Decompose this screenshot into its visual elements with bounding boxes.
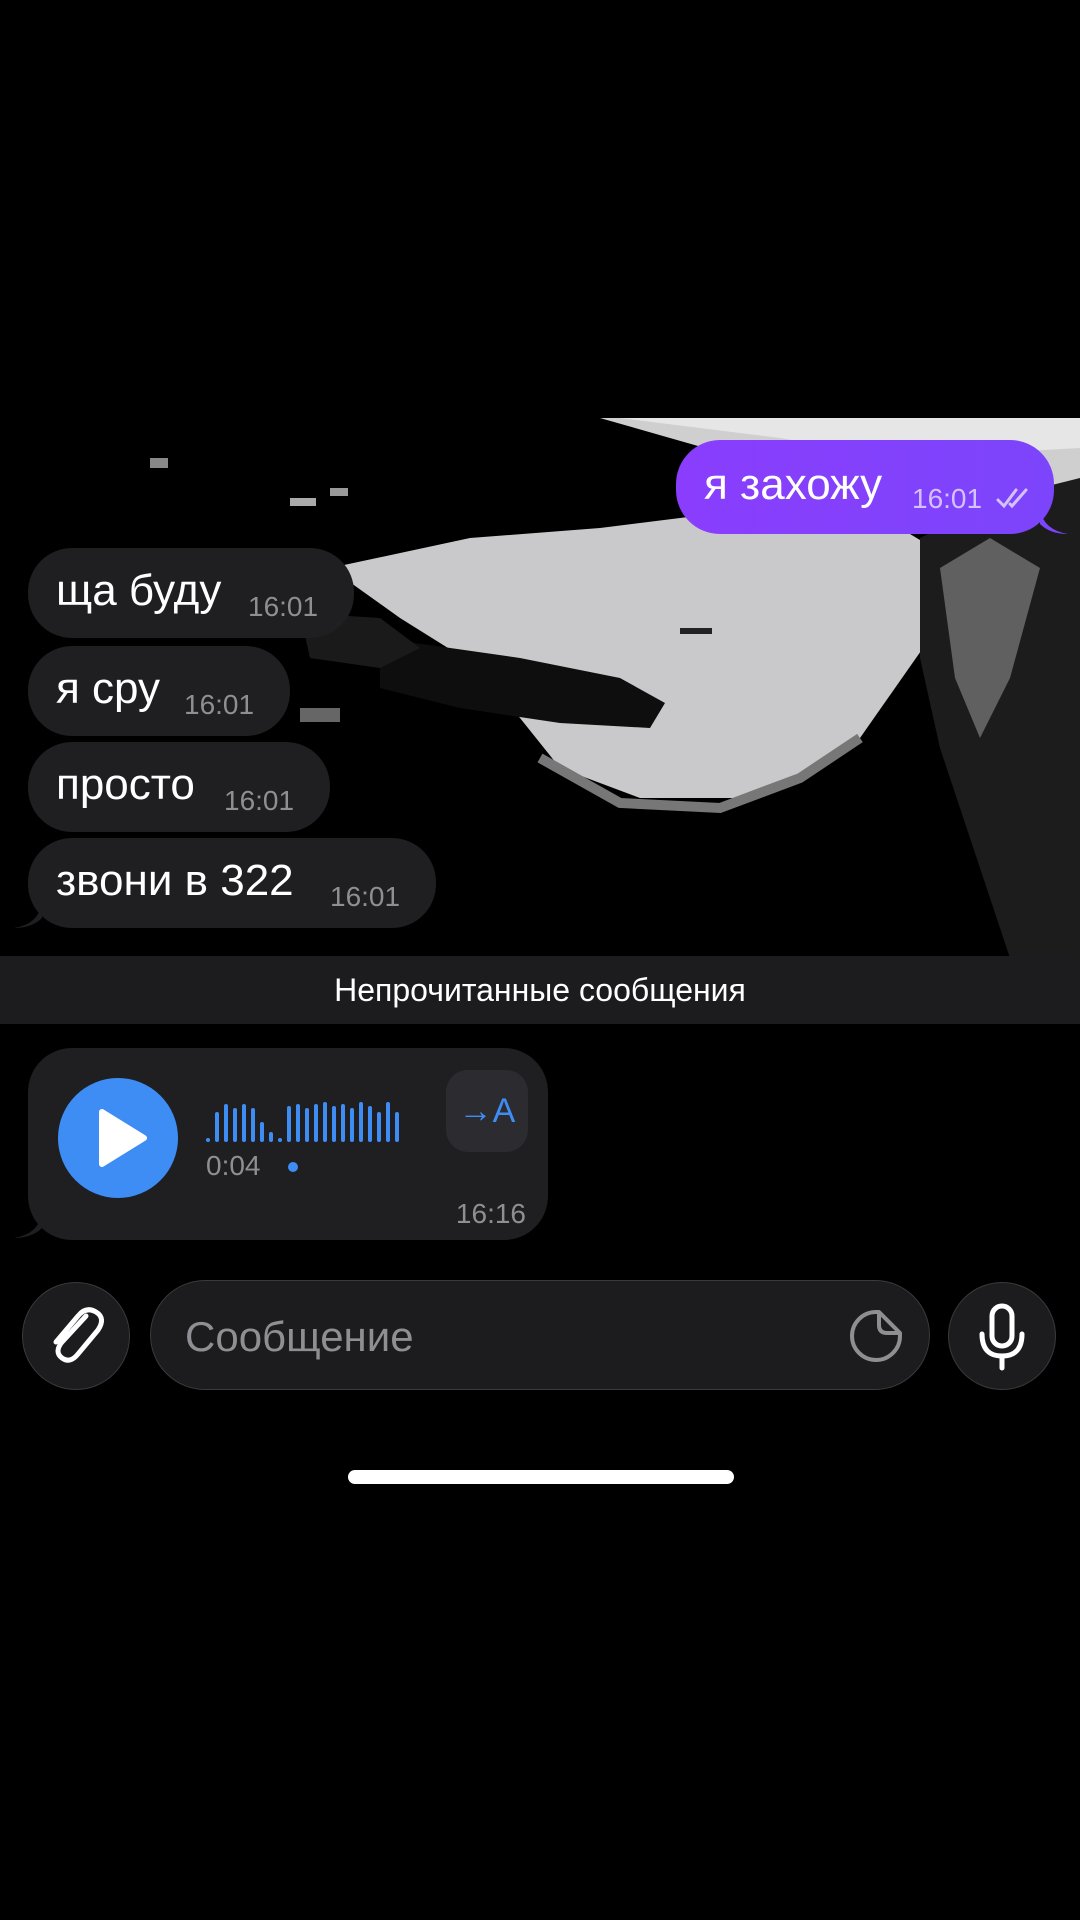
message-time: 16:01 xyxy=(912,483,983,514)
outgoing-message[interactable]: я захожу 16:01 xyxy=(676,440,1054,534)
voice-duration: 0:04 xyxy=(206,1150,261,1181)
message-text: я захожу xyxy=(704,460,883,509)
play-icon xyxy=(99,1109,147,1167)
incoming-message[interactable]: ща буду 16:01 xyxy=(28,548,354,638)
double-check-icon xyxy=(994,484,1034,517)
voice-record-button[interactable] xyxy=(948,1282,1056,1390)
message-text: просто xyxy=(56,760,195,809)
message-composer xyxy=(0,1280,1080,1392)
incoming-message[interactable]: я сру 16:01 xyxy=(28,646,290,736)
message-input[interactable] xyxy=(183,1301,827,1373)
play-button[interactable] xyxy=(58,1078,178,1198)
message-time: 16:01 xyxy=(184,689,255,720)
bubble-tail xyxy=(14,904,42,928)
bubble-tail xyxy=(1040,510,1068,534)
message-time: 16:01 xyxy=(224,785,295,816)
attach-button[interactable] xyxy=(22,1282,130,1390)
incoming-message[interactable]: просто 16:01 xyxy=(28,742,330,832)
attach-icon xyxy=(53,1307,104,1363)
message-text: я сру xyxy=(56,664,161,713)
sticker-icon[interactable] xyxy=(849,1309,903,1363)
unplayed-indicator xyxy=(288,1162,298,1172)
waveform-icon xyxy=(206,1102,399,1142)
transcribe-button[interactable]: →A xyxy=(446,1070,528,1152)
message-time: 16:01 xyxy=(330,881,401,912)
message-field[interactable] xyxy=(150,1280,930,1390)
message-time: 16:01 xyxy=(248,591,319,622)
message-time: 16:16 xyxy=(455,1198,526,1229)
microphone-icon xyxy=(979,1303,1025,1371)
message-text: звони в 322 xyxy=(56,856,294,905)
incoming-message[interactable]: звони в 322 16:01 xyxy=(28,838,436,928)
unread-messages-divider: Непрочитанные сообщения xyxy=(0,956,1080,1024)
bubble-tail xyxy=(14,1214,42,1238)
home-indicator[interactable] xyxy=(348,1470,734,1484)
voice-message[interactable]: 0:04 →A 16:16 xyxy=(28,1048,548,1240)
message-text: ща буду xyxy=(56,566,222,615)
